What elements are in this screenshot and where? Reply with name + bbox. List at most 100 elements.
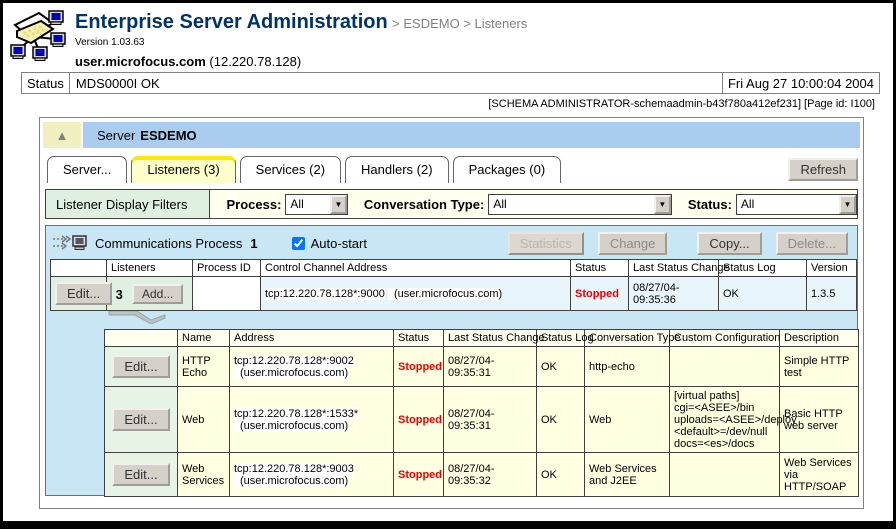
page: Enterprise Server Administration > ESDEM… (0, 0, 896, 529)
header-text: Enterprise Server Administration > ESDEM… (75, 7, 527, 69)
process-id-cell (193, 277, 261, 311)
listener-filter-bar: Listener Display Filters Process: All ▼ … (45, 189, 858, 219)
tab-listeners[interactable]: Listeners (3) (131, 156, 235, 183)
listener-conversation-type: http-echo (585, 347, 670, 387)
listener-status: Stopped (394, 453, 444, 497)
listener-address: tcp:12.220.78.128*:1533* (user.microfocu… (230, 387, 394, 453)
copy-button[interactable]: Copy... (697, 232, 761, 255)
col-version: Version (807, 260, 857, 277)
collapse-button[interactable]: ▲ (43, 122, 81, 148)
refresh-button[interactable]: Refresh (788, 158, 858, 181)
comm-table-header-row: Listeners Process ID Control Channel Add… (51, 260, 857, 277)
listener-name: Web (178, 387, 230, 453)
process-buttons: Statistics Change Copy... Delete... (367, 232, 854, 255)
col-description: Description (780, 330, 859, 347)
listener-row-http-echo: Edit... HTTP Echo tcp:12.220.78.128*:900… (105, 347, 859, 387)
conversation-filter-select[interactable]: All ▼ (488, 194, 672, 215)
col-address: Address (230, 330, 394, 347)
col-last-status-change: Last Status Change (629, 260, 719, 277)
listener-custom-config (670, 453, 780, 497)
auto-start-checkbox[interactable] (292, 237, 305, 250)
breadcrumb-listeners[interactable]: Listeners (475, 16, 528, 31)
auto-start-label: Auto-start (311, 236, 367, 251)
delete-button: Delete... (776, 232, 848, 255)
process-status-cell: Stopped (571, 277, 629, 311)
process-filter-select[interactable]: All ▼ (285, 194, 348, 215)
statistics-button: Statistics (508, 232, 584, 255)
listener-status: Stopped (394, 347, 444, 387)
status-bar: Status MDS0000I OK Fri Aug 27 10:00:04 2… (21, 72, 880, 94)
process-last-change-cell: 08/27/04-09:35:36 (629, 277, 719, 311)
conversation-filter-label: Conversation Type: (364, 197, 484, 212)
server-title-bar: Server ESDEMO (83, 122, 860, 148)
listener-status-log: OK (537, 387, 585, 453)
listener-status: Stopped (394, 387, 444, 453)
control-channel-address-cell: tcp:12.220.78.128*:9000 (user.microfocus… (261, 277, 571, 311)
breadcrumb: > ESDEMO > Listeners (392, 16, 527, 31)
breadcrumb-esdemo[interactable]: ESDEMO (403, 16, 459, 31)
col-status-log: Status Log (719, 260, 807, 277)
listener-row-web-services: Edit... Web Services tcp:12.220.78.128*:… (105, 453, 859, 497)
auto-start-field: Auto-start (288, 234, 367, 253)
tab-packages[interactable]: Packages (0) (453, 156, 562, 183)
listeners-table: Name Address Status Last Status Change S… (104, 329, 859, 497)
listeners-table-header-row: Name Address Status Last Status Change S… (105, 330, 859, 347)
host-name: user.microfocus.com (75, 54, 206, 69)
server-label: Server (97, 128, 135, 143)
listener-last-change: 08/27/04-09:35:31 (444, 347, 537, 387)
process-version-cell: 1.3.5 (807, 277, 857, 311)
comm-table-row: Edit... 3 Add... tcp:12.220.78.128*:9000… (51, 277, 857, 311)
chevron-down-icon: ▼ (330, 195, 347, 214)
listener-conversation-type: Web Services and J2EE (585, 453, 670, 497)
tabs-row: Server... Listeners (3) Services (2) Han… (47, 155, 858, 183)
server-name: ESDEMO (140, 128, 196, 143)
listener-name: HTTP Echo (178, 347, 230, 387)
listener-custom-config (670, 347, 780, 387)
page-header: Enterprise Server Administration > ESDEM… (9, 7, 527, 69)
communications-process-title: Communications Process (95, 236, 242, 251)
communications-process-row: Communications Process 1 Auto-start Stat… (49, 229, 854, 257)
listener-last-change: 08/27/04-09:35:31 (444, 387, 537, 453)
host-ip: (12.220.78.128) (209, 54, 301, 69)
tab-services[interactable]: Services (2) (240, 156, 341, 183)
col-status: Status (394, 330, 444, 347)
status-filter-select[interactable]: All ▼ (736, 194, 857, 215)
server-panel-header: ▲ Server ESDEMO (43, 122, 860, 148)
col-conversation-type: Conversation Type (585, 330, 670, 347)
change-button[interactable]: Change (598, 232, 668, 255)
add-listener-button[interactable]: Add... (132, 284, 183, 304)
host-row: user.microfocus.com (12.220.78.128) (75, 54, 527, 69)
status-filter-label: Status: (688, 197, 732, 212)
tab-handlers[interactable]: Handlers (2) (345, 156, 449, 183)
chevron-down-icon: ▼ (839, 195, 856, 214)
status-label: Status (22, 73, 70, 93)
communications-process-number: 1 (250, 236, 257, 251)
listener-custom-config: [virtual paths] cgi=<ASEE>/bin uploads=<… (670, 387, 780, 453)
col-status-log: Status Log (537, 330, 585, 347)
edit-listener-button[interactable]: Edit... (112, 408, 169, 431)
communications-process-box: Communications Process 1 Auto-start Stat… (45, 225, 858, 496)
listener-last-change: 08/27/04-09:35:32 (444, 453, 537, 497)
col-name: Name (178, 330, 230, 347)
edit-listener-button[interactable]: Edit... (112, 463, 169, 486)
col-custom-configuration: Custom Configuration (670, 330, 780, 347)
listener-status-log: OK (537, 347, 585, 387)
process-edit-button[interactable]: Edit... (55, 282, 112, 305)
col-process-id: Process ID (193, 260, 261, 277)
tab-server[interactable]: Server... (47, 156, 127, 183)
col-listeners: Listeners (107, 260, 193, 277)
communications-process-icon (53, 234, 87, 252)
listener-name: Web Services (178, 453, 230, 497)
communications-process-table: Listeners Process ID Control Channel Add… (50, 259, 857, 311)
col-last-status-change: Last Status Change (444, 330, 537, 347)
collapse-triangle-icon: ▲ (56, 128, 69, 143)
listener-description: Web Services via HTTP/SOAP (780, 453, 859, 497)
listener-address: tcp:12.220.78.128*:9002 (user.microfocus… (230, 347, 394, 387)
server-panel: ▲ Server ESDEMO Server... Listeners (3) … (39, 117, 864, 509)
listener-address: tcp:12.220.78.128*:9003 (user.microfocus… (230, 453, 394, 497)
version-text: Version 1.03.63 (75, 37, 527, 48)
edit-listener-button[interactable]: Edit... (112, 355, 169, 378)
process-filter-label: Process: (226, 197, 281, 212)
col-status: Status (571, 260, 629, 277)
page-title: Enterprise Server Administration (75, 11, 388, 33)
